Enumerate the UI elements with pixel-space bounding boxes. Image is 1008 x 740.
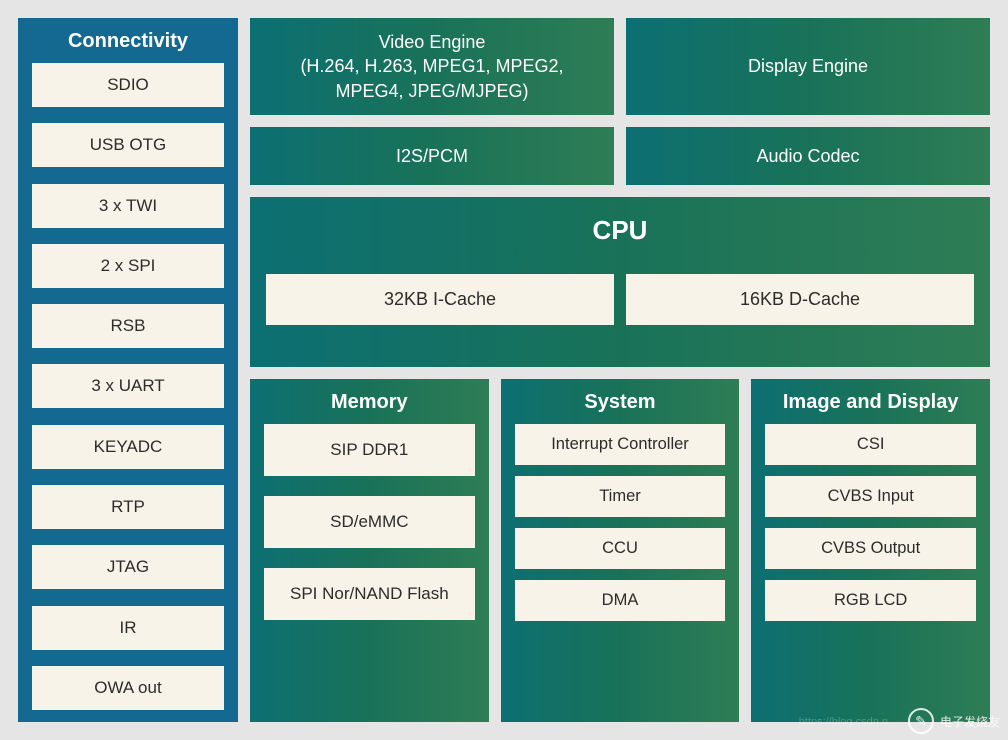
video-engine-title: Video Engine bbox=[264, 30, 600, 54]
connectivity-title: Connectivity bbox=[32, 30, 224, 53]
i2s-pcm-block: I2S/PCM bbox=[250, 127, 614, 185]
connectivity-item-ir: IR bbox=[32, 606, 224, 650]
memory-block: Memory SIP DDR1 SD/eMMC SPI Nor/NAND Fla… bbox=[250, 379, 489, 722]
connectivity-item-uart: 3 x UART bbox=[32, 364, 224, 408]
image-display-block: Image and Display CSI CVBS Input CVBS Ou… bbox=[751, 379, 990, 722]
connectivity-block: Connectivity SDIO USB OTG 3 x TWI 2 x SP… bbox=[18, 18, 238, 722]
connectivity-item-twi: 3 x TWI bbox=[32, 184, 224, 228]
connectivity-item-jtag: JTAG bbox=[32, 545, 224, 589]
video-engine-block: Video Engine (H.264, H.263, MPEG1, MPEG2… bbox=[250, 18, 614, 115]
system-item-ccu: CCU bbox=[515, 528, 726, 569]
display-engine-label: Display Engine bbox=[748, 54, 868, 78]
system-block: System Interrupt Controller Timer CCU DM… bbox=[501, 379, 740, 722]
audio-codec-block: Audio Codec bbox=[626, 127, 990, 185]
cpu-dcache: 16KB D-Cache bbox=[626, 274, 974, 325]
connectivity-item-keyadc: KEYADC bbox=[32, 425, 224, 469]
memory-item-sd-emmc: SD/eMMC bbox=[264, 496, 475, 548]
system-title: System bbox=[515, 391, 726, 414]
image-display-title: Image and Display bbox=[765, 391, 976, 414]
i2s-pcm-label: I2S/PCM bbox=[396, 144, 468, 168]
connectivity-item-rsb: RSB bbox=[32, 304, 224, 348]
memory-item-ddr: SIP DDR1 bbox=[264, 424, 475, 476]
audio-codec-label: Audio Codec bbox=[756, 144, 859, 168]
cpu-icache: 32KB I-Cache bbox=[266, 274, 614, 325]
display-engine-block: Display Engine bbox=[626, 18, 990, 115]
watermark-url: https://blog.csdn.n bbox=[799, 716, 888, 728]
system-item-interrupt: Interrupt Controller bbox=[515, 424, 726, 465]
image-item-cvbs-in: CVBS Input bbox=[765, 476, 976, 517]
connectivity-item-sdio: SDIO bbox=[32, 63, 224, 107]
image-item-rgb-lcd: RGB LCD bbox=[765, 580, 976, 621]
soc-block-diagram: Connectivity SDIO USB OTG 3 x TWI 2 x SP… bbox=[18, 18, 990, 722]
watermark-globe-icon: ✎ bbox=[908, 708, 934, 734]
watermark-brand: 电子发烧友 bbox=[940, 713, 1000, 730]
system-item-dma: DMA bbox=[515, 580, 726, 621]
cpu-title: CPU bbox=[266, 215, 974, 246]
video-engine-subtitle: (H.264, H.263, MPEG1, MPEG2, MPEG4, JPEG… bbox=[264, 54, 600, 103]
connectivity-item-usb-otg: USB OTG bbox=[32, 123, 224, 167]
connectivity-item-rtp: RTP bbox=[32, 485, 224, 529]
cpu-block: CPU 32KB I-Cache 16KB D-Cache bbox=[250, 197, 990, 367]
memory-title: Memory bbox=[264, 391, 475, 414]
system-item-timer: Timer bbox=[515, 476, 726, 517]
image-item-csi: CSI bbox=[765, 424, 976, 465]
watermark: ✎ 电子发烧友 bbox=[908, 708, 1000, 734]
image-item-cvbs-out: CVBS Output bbox=[765, 528, 976, 569]
memory-item-spi-flash: SPI Nor/NAND Flash bbox=[264, 568, 475, 620]
connectivity-item-owa: OWA out bbox=[32, 666, 224, 710]
connectivity-item-spi: 2 x SPI bbox=[32, 244, 224, 288]
